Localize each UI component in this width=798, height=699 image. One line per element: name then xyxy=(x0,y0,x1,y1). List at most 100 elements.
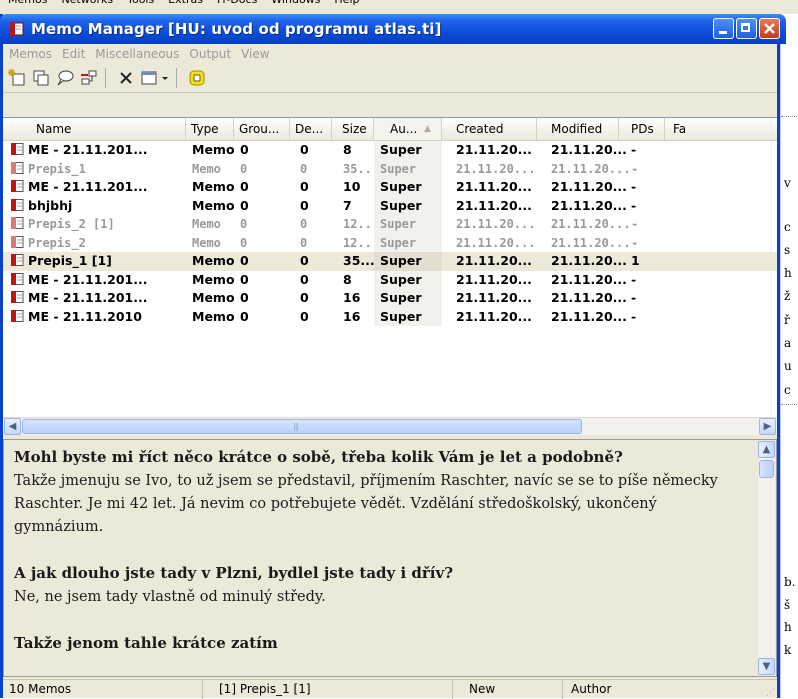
table-row[interactable]: Prepis_2 Memo 0 0 12... Super 21.11.20... 21.11… xyxy=(3,233,777,252)
cell-groups: 0 xyxy=(240,142,249,157)
vertical-scrollbar[interactable]: ▲ ▼ xyxy=(758,441,775,675)
table-row[interactable]: Prepis_1 [1] Memo 0 0 35... Super 21.11.20... 2… xyxy=(3,252,777,271)
status-state: New xyxy=(453,680,563,699)
table-row[interactable]: ME - 21.11.201... Memo 0 0 8 Super 21.11.20...… xyxy=(3,270,777,290)
scroll-thumb[interactable] xyxy=(22,419,582,434)
column-type[interactable]: Type xyxy=(186,118,234,140)
memo-text-area[interactable]: Mohl byste mi říct něco krátce o sobě, t… xyxy=(3,439,777,677)
cell-created: 21.11.20... xyxy=(456,161,536,176)
background-text-fragment: s xyxy=(784,243,791,257)
background-divider xyxy=(781,404,798,405)
background-text-fragment: ř xyxy=(784,313,790,327)
vertical-scroll-thumb[interactable] xyxy=(759,460,774,478)
cell-author: Super xyxy=(374,233,442,252)
scroll-down-icon[interactable]: ▼ xyxy=(758,658,775,675)
view-options-icon[interactable] xyxy=(140,68,170,88)
cell-name: Prepis_1 [1] xyxy=(11,252,112,271)
cell-author: Super xyxy=(374,141,442,160)
highlight-icon[interactable] xyxy=(187,68,207,88)
menu-miscellaneous[interactable]: Miscellaneous xyxy=(95,47,179,61)
memo-icon xyxy=(11,179,24,192)
close-button[interactable] xyxy=(759,18,780,39)
status-author: Author xyxy=(571,682,612,696)
cell-name: ME - 21.11.201... xyxy=(11,271,148,290)
table-row[interactable]: ME - 21.11.201... Memo 0 0 16 Super 21.11.20..… xyxy=(3,289,777,308)
menu-memos[interactable]: Memos xyxy=(9,47,52,61)
cell-author: Super xyxy=(374,178,442,197)
cell-name: ME - 21.11.2010 xyxy=(11,308,142,327)
column-families[interactable]: Fa xyxy=(665,118,777,140)
horizontal-scrollbar[interactable]: ◀ ||| ▶ xyxy=(3,417,777,435)
column-modified[interactable]: Modified xyxy=(537,118,619,140)
memo-answer: Ne, ne jsem tady vlastně od minulý střed… xyxy=(14,589,326,605)
cell-type: Memo xyxy=(192,253,235,268)
cell-density: 0 xyxy=(300,308,309,324)
cell-size: 7 xyxy=(343,197,352,213)
column-pds[interactable]: PDs xyxy=(619,118,665,140)
table-row[interactable]: ME - 21.11.2010 Memo 0 0 16 Super 21.11.20... 2… xyxy=(3,307,777,327)
table-row[interactable]: Prepis_2 [1] Memo 0 0 12... Super 21.11.20... 2… xyxy=(3,215,777,234)
cell-type: Memo xyxy=(192,235,221,250)
background-menubar: Memos Networks Tools Extras Fr-Docs Windows He… xyxy=(0,0,798,14)
memo-name: ME - 21.11.201... xyxy=(28,271,148,287)
cell-pds: - xyxy=(631,179,637,194)
cell-name: Prepis_2 [1] xyxy=(11,215,115,234)
comment-icon[interactable] xyxy=(55,68,75,88)
memo-question: A jak dlouho jste tady v Plzni, bydlel j… xyxy=(14,564,453,582)
cell-density: 0 xyxy=(300,161,308,176)
column-name[interactable]: Name xyxy=(3,118,186,140)
cell-size: 16 xyxy=(343,308,361,324)
scroll-right-icon[interactable]: ▶ xyxy=(759,418,776,435)
table-row[interactable]: ME - 21.11.201... Memo 0 0 10 Super 21.11.20..… xyxy=(3,178,777,197)
scroll-up-icon[interactable]: ▲ xyxy=(758,441,775,458)
scroll-left-icon[interactable]: ◀ xyxy=(4,418,21,435)
memo-answer: Takže jmenuju se Ivo, to už jsem se před… xyxy=(14,473,718,535)
cell-pds: - xyxy=(631,217,639,231)
cell-modified: 21.11.20... xyxy=(551,197,627,213)
memo-name: ME - 21.11.201... xyxy=(28,290,148,305)
window-menubar: Memos Edit Miscellaneous Output View xyxy=(3,44,777,63)
cell-created: 21.11.20... xyxy=(456,197,532,213)
menu-view[interactable]: View xyxy=(241,47,269,61)
memo-icon xyxy=(11,290,24,303)
cell-created: 21.11.20... xyxy=(456,179,532,194)
memo-name: bhjbhj xyxy=(28,197,73,213)
cell-pds: - xyxy=(631,290,637,305)
column-created[interactable]: Created xyxy=(442,118,537,140)
background-text-fragment: ž xyxy=(784,289,791,303)
column-author[interactable]: Au... ▲ xyxy=(374,118,442,140)
memo-question: Takže jenom tahle krátce zatím xyxy=(14,634,278,652)
resize-grip-icon[interactable]: ⋰ xyxy=(766,688,775,698)
cell-type: Memo xyxy=(192,197,235,213)
memo-icon xyxy=(11,309,24,322)
cell-created: 21.11.20... xyxy=(456,271,532,287)
cell-pds: - xyxy=(631,161,639,176)
background-menu-item: Networks xyxy=(61,0,113,7)
minimize-button[interactable] xyxy=(713,18,734,39)
delete-icon[interactable] xyxy=(116,68,136,88)
cell-type: Memo xyxy=(192,308,235,324)
maximize-button[interactable] xyxy=(736,18,757,39)
memo-list[interactable]: Name Type Grou... De... Size Au... ▲ Cre… xyxy=(3,117,777,435)
table-row[interactable]: Prepis_1 Memo 0 0 35... Super 21.11.20... 21.11… xyxy=(3,159,777,178)
menu-output[interactable]: Output xyxy=(189,47,231,61)
background-menu-item: Tools xyxy=(127,0,154,7)
duplicate-icon[interactable] xyxy=(31,68,51,88)
new-memo-icon[interactable] xyxy=(7,68,27,88)
list-header: Name Type Grou... De... Size Au... ▲ Cre… xyxy=(3,118,777,141)
cell-name: ME - 21.11.201... xyxy=(11,178,148,197)
link-icon[interactable] xyxy=(79,68,99,88)
background-document-edge: v c s h ž ř a u c b. š h k xyxy=(780,14,798,698)
table-row[interactable]: ME - 21.11.201... Memo 0 0 8 Super 21.11.20...… xyxy=(3,141,777,160)
cell-modified: 21.11.20... xyxy=(551,179,627,194)
column-density[interactable]: De... xyxy=(290,118,332,140)
title-bar[interactable]: Memo Manager [HU: uvod od programu atlas… xyxy=(0,14,786,44)
toolbar xyxy=(3,63,777,93)
column-size[interactable]: Size xyxy=(332,118,374,140)
table-row[interactable]: bhjbhj Memo 0 0 7 Super 21.11.20... 21.11.20...… xyxy=(3,196,777,215)
cell-pds: - xyxy=(631,271,637,287)
menu-edit[interactable]: Edit xyxy=(62,47,85,61)
cell-size: 8 xyxy=(343,142,352,157)
cell-density: 0 xyxy=(300,142,309,157)
column-groups[interactable]: Grou... xyxy=(234,118,290,140)
